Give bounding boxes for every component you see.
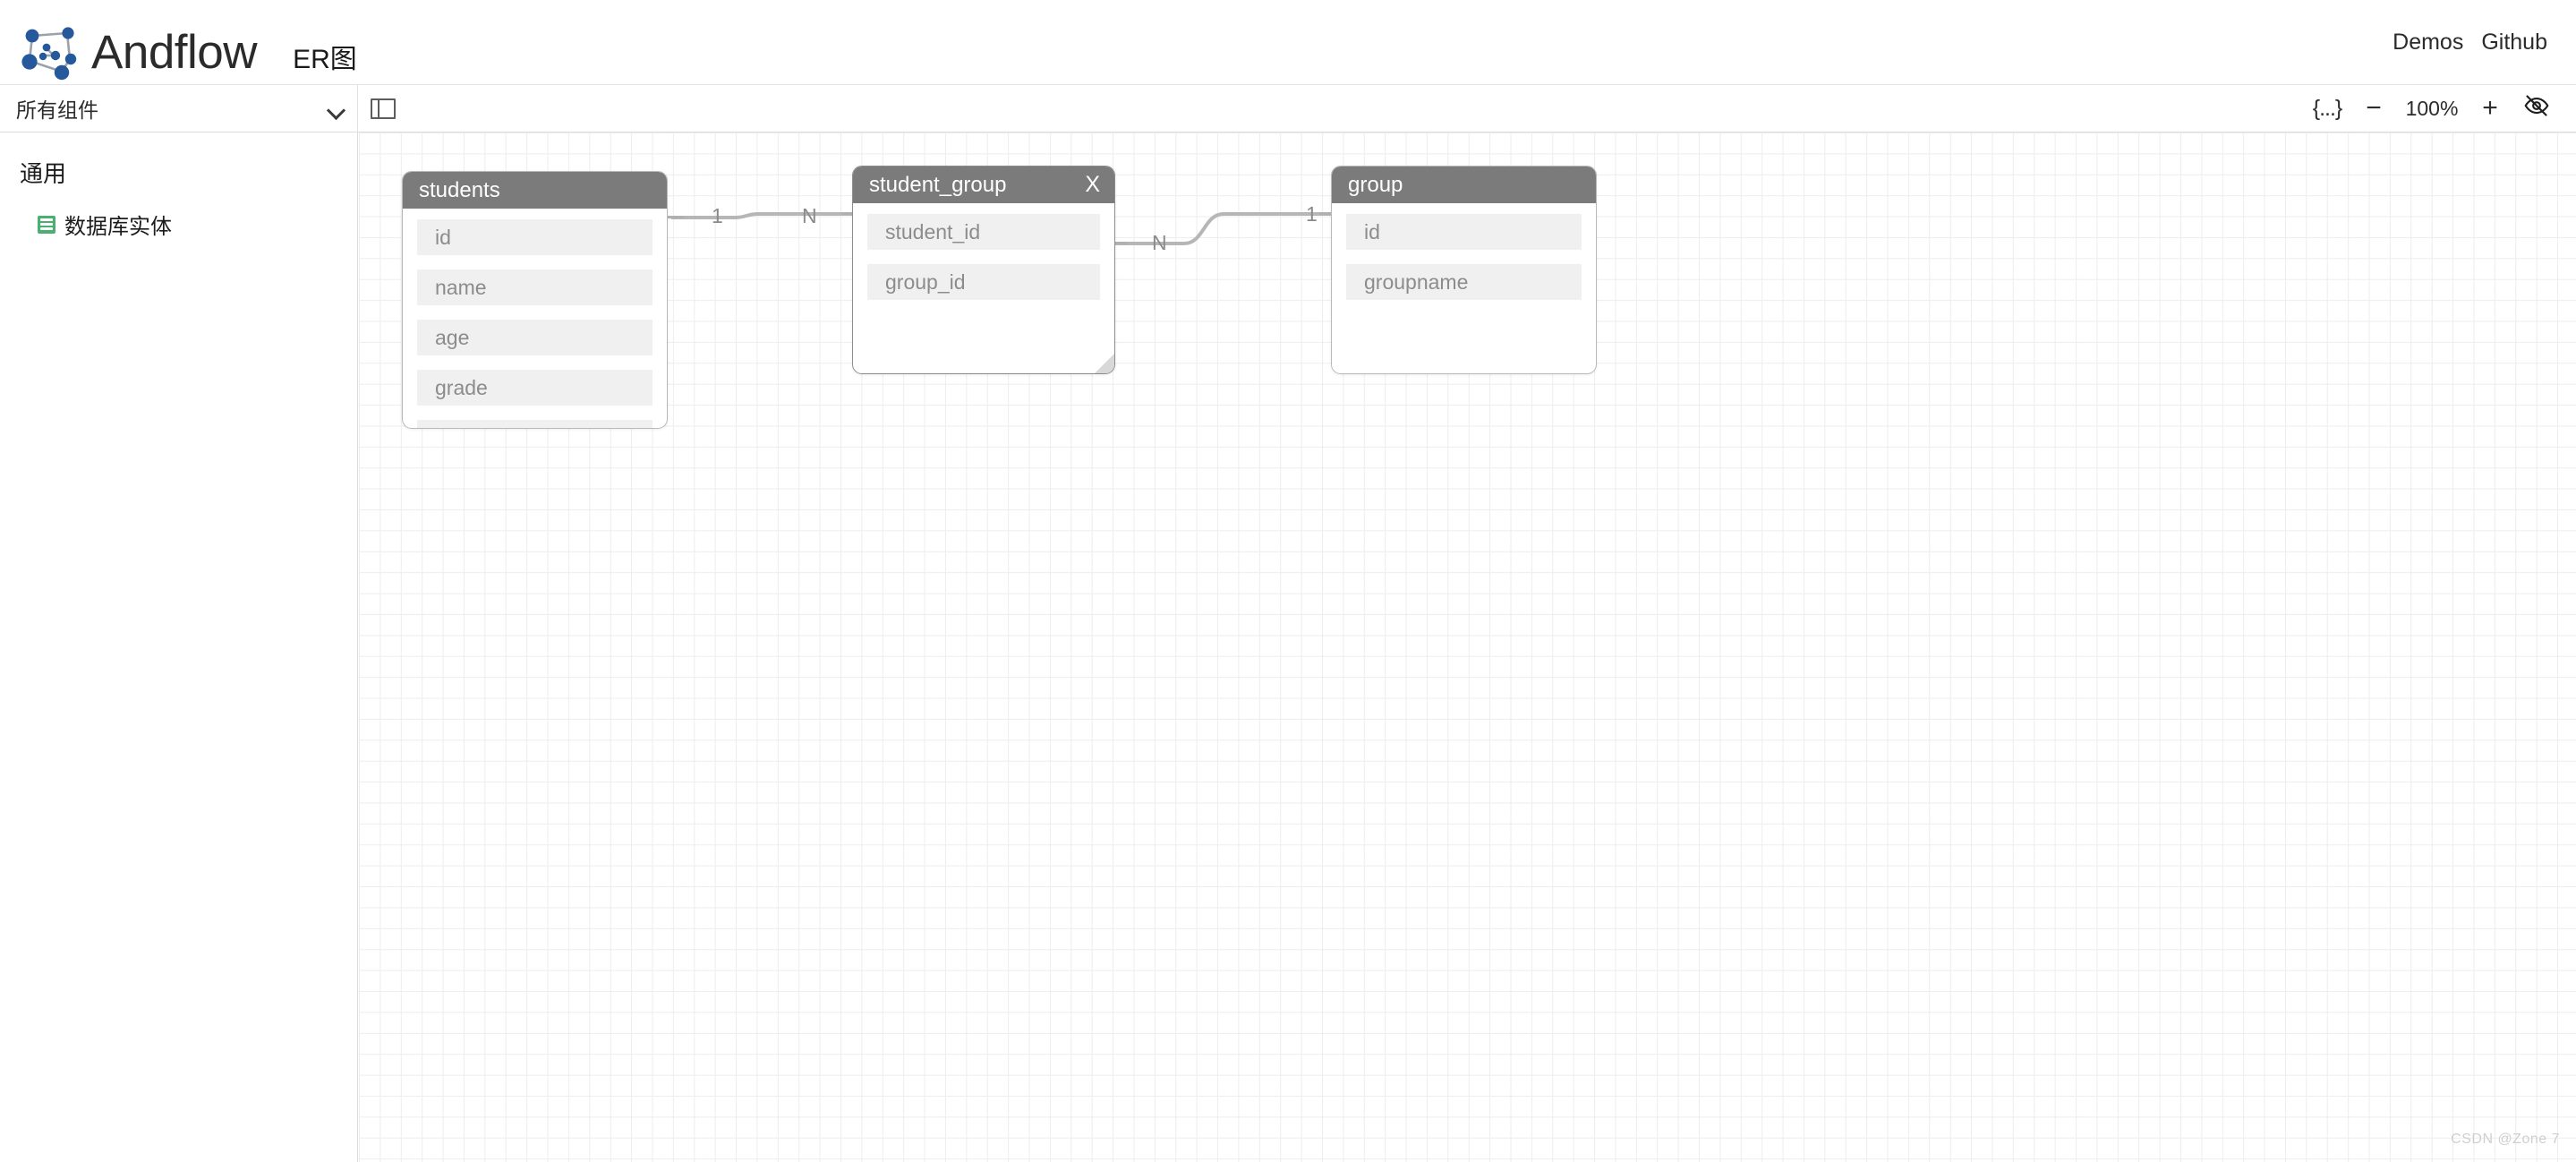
er-field-row[interactable]: student_id <box>867 214 1100 250</box>
er-node-title: students <box>419 177 500 202</box>
toolbar-right-controls: {...} − 100% + <box>2304 85 2576 132</box>
er-node-fields: idnameagegradephoneaddress <box>403 209 667 428</box>
page-title: ER图 <box>293 44 357 74</box>
er-node-students[interactable]: studentsidnameagegradephoneaddress <box>402 171 668 429</box>
er-field-row[interactable]: id <box>1346 214 1582 250</box>
er-diagram-canvas[interactable]: 1NN1 studentsidnameagegradephoneaddresss… <box>359 132 2576 1162</box>
component-sidebar: 通用 数据库实体 <box>0 132 358 1162</box>
er-node-header[interactable]: group <box>1332 167 1596 203</box>
component-filter-value: 所有组件 <box>16 98 98 122</box>
github-link[interactable]: Github <box>2481 30 2547 54</box>
er-field-row[interactable]: age <box>417 320 653 355</box>
er-edge-students-student_group[interactable] <box>670 212 855 219</box>
er-field-row[interactable]: phone <box>417 420 653 428</box>
watermark: CSDN @Zone 7 <box>2451 1132 2560 1147</box>
sidebar-category-title: 通用 <box>20 160 67 187</box>
brand: Andflow ER图 <box>0 9 357 80</box>
er-edge-student_group-group[interactable] <box>1113 212 1332 245</box>
zoom-in-button[interactable]: + <box>2467 84 2513 132</box>
app-header: Andflow ER图 Demos Github <box>0 0 2576 84</box>
panel-toggle-button[interactable] <box>358 85 408 132</box>
header-links: Demos Github <box>2393 30 2576 54</box>
edge-cardinality-target: 1 <box>1306 202 1318 226</box>
sidebar-item-label: 数据库实体 <box>64 215 172 239</box>
resize-handle[interactable] <box>1095 354 1114 373</box>
er-node-fields: id groupname <box>1332 203 1596 300</box>
toggle-visibility-button[interactable] <box>2513 84 2560 132</box>
component-filter-select[interactable]: 所有组件 <box>0 85 358 132</box>
brand-name: Andflow <box>91 25 258 79</box>
edge-cardinality-source: N <box>1152 231 1167 254</box>
er-node-header[interactable]: student_group X <box>853 167 1114 203</box>
zoom-level-label: 100% <box>2405 96 2459 120</box>
database-entity-icon <box>38 215 55 234</box>
zoom-out-button[interactable]: − <box>2350 84 2397 132</box>
demos-link[interactable]: Demos <box>2393 30 2463 54</box>
sidebar-item-database-entity[interactable]: 数据库实体 <box>20 209 357 240</box>
er-field-row[interactable]: group_id <box>867 264 1100 300</box>
er-field-row[interactable]: id <box>417 219 653 255</box>
er-node-fields: student_id group_id <box>853 203 1114 300</box>
edge-cardinality-source: 1 <box>712 204 723 227</box>
er-field-row[interactable]: name <box>417 269 653 305</box>
json-view-button[interactable]: {...} <box>2304 84 2350 132</box>
edge-cardinality-target: N <box>802 204 817 227</box>
panel-toggle-icon <box>371 98 396 119</box>
close-icon[interactable]: X <box>1085 174 1100 196</box>
er-node-student_group[interactable]: student_group Xstudent_id group_id <box>852 166 1115 374</box>
eye-off-icon <box>2523 92 2550 125</box>
er-node-title: group <box>1348 172 1403 197</box>
chevron-down-icon <box>328 104 345 114</box>
node-graph-logo-icon <box>20 21 79 81</box>
er-node-title: student_group <box>869 172 1007 197</box>
er-node-header[interactable]: students <box>403 172 667 209</box>
er-node-group[interactable]: group id groupname <box>1331 166 1597 374</box>
er-field-row[interactable]: grade <box>417 370 653 406</box>
toolbar: 所有组件 {...} − 100% + <box>0 84 2576 132</box>
er-field-row[interactable]: groupname <box>1346 264 1582 300</box>
